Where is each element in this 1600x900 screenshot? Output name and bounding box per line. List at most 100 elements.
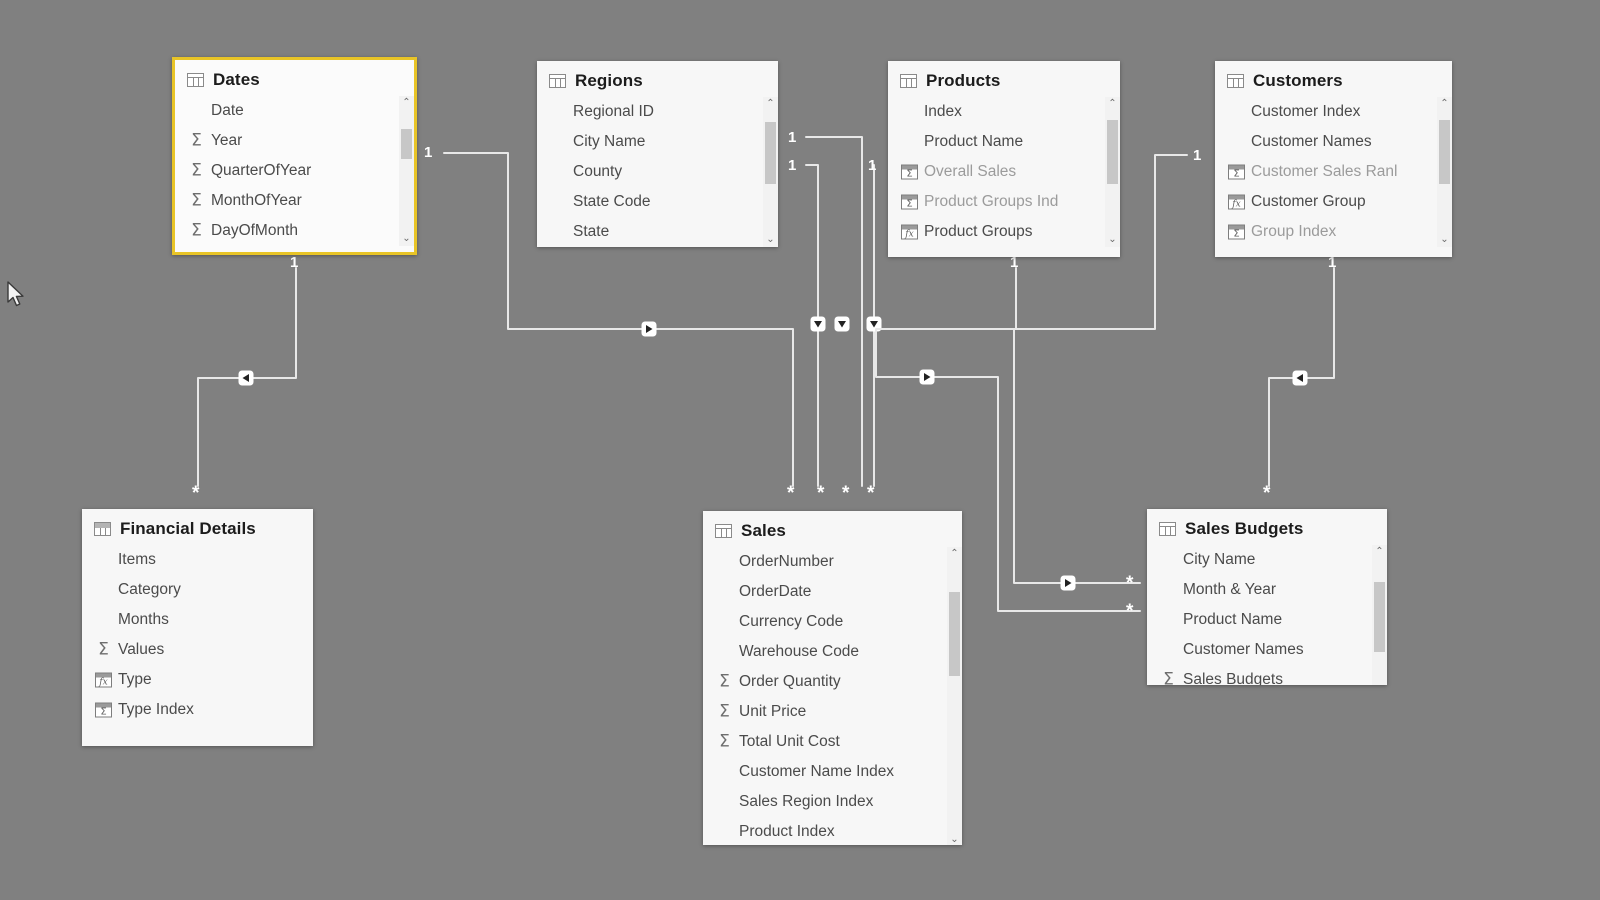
cross-filter-direction-marker[interactable] [1292,370,1308,386]
scroll-down-icon[interactable]: ⌄ [947,833,962,845]
table-field-row[interactable]: Σ Year [175,126,414,156]
table-field-row[interactable]: Index [888,97,1120,127]
scroll-up-icon[interactable]: ⌃ [1372,545,1387,559]
table-field-row[interactable]: Category [82,575,313,605]
model-view-canvas[interactable]: 1 * 1 * 1 * 1 * 1 * 1 * 1 * 1 * Dates Date Σ Year Σ QuarterO… [0,0,1600,900]
scroll-down-icon[interactable]: ⌄ [1437,233,1452,247]
table-field-row[interactable]: Σ QuarterOfYear [175,156,414,186]
table-field-row[interactable]: State Code [537,187,778,217]
scrollbar-track[interactable] [1374,560,1385,680]
table-header[interactable]: Customers [1215,61,1452,97]
scroll-down-icon[interactable]: ⌄ [399,232,414,246]
table-field-row[interactable]: OrderNumber [703,547,962,577]
scroll-down-icon[interactable]: ⌄ [1372,681,1387,685]
table-scrollbar[interactable]: ⌃⌄ [1105,97,1120,247]
scroll-up-icon[interactable]: ⌃ [399,96,414,110]
scrollbar-track[interactable] [949,562,960,832]
table-field-row[interactable]: Customer Names [1147,635,1387,665]
scrollbar-track[interactable] [765,112,776,232]
table-field-row[interactable]: Warehouse Code [703,637,962,667]
table-field-row[interactable]: Product Index [703,817,962,845]
table-field-row[interactable]: Σ Group Index [1215,217,1452,247]
cross-filter-direction-marker[interactable] [810,316,826,332]
table-card-customers[interactable]: Customers Customer Index Customer Names Σ Cu… [1215,61,1452,257]
relationship-line-customers-budgets[interactable] [1268,267,1335,487]
table-header[interactable]: Products [888,61,1120,97]
cross-filter-direction-marker[interactable] [1060,575,1076,591]
scroll-up-icon[interactable]: ⌃ [1105,97,1120,111]
table-scrollbar[interactable]: ⌃⌄ [1437,97,1452,247]
table-scrollbar[interactable]: ⌃⌄ [947,547,962,845]
table-scrollbar[interactable]: ⌃⌄ [763,97,778,247]
table-header[interactable]: Sales Budgets [1147,509,1387,545]
scroll-down-icon[interactable]: ⌄ [763,233,778,247]
table-field-row[interactable]: OrderDate [703,577,962,607]
table-field-row[interactable]: Regional ID [537,97,778,127]
scrollbar-thumb[interactable] [765,122,776,184]
scrollbar-thumb[interactable] [1374,582,1385,652]
table-scrollbar[interactable]: ⌃⌄ [1372,545,1387,685]
cross-filter-direction-marker[interactable] [866,316,882,332]
table-field-row[interactable]: fx Product Groups [888,217,1120,247]
cross-filter-direction-marker[interactable] [641,321,657,337]
table-header[interactable]: Dates [175,60,414,96]
scrollbar-thumb[interactable] [1439,120,1450,184]
scroll-up-icon[interactable]: ⌃ [763,97,778,111]
table-card-sales[interactable]: Sales OrderNumber OrderDate Currency Code Wa… [703,511,962,845]
table-card-dates[interactable]: Dates Date Σ Year Σ QuarterOfYear Σ MonthOfYear… [172,57,417,255]
cross-filter-direction-marker[interactable] [238,370,254,386]
table-field-row[interactable]: Σ Order Quantity [703,667,962,697]
table-field-row[interactable]: Date [175,96,414,126]
table-field-row[interactable]: Σ Customer Sales Ranl [1215,157,1452,187]
relationship-line-products-sales-b[interactable] [805,164,819,487]
table-header[interactable]: Regions [537,61,778,97]
table-field-row[interactable]: Month & Year [1147,575,1387,605]
table-card-financial-details[interactable]: Financial Details Items Category Months Σ Val… [82,509,313,746]
table-field-row[interactable]: Months [82,605,313,635]
table-field-row[interactable]: Currency Code [703,607,962,637]
table-field-row[interactable]: Σ Type Index [82,695,313,725]
table-field-row[interactable]: Customer Index [1215,97,1452,127]
relationship-line-products-sales-a[interactable] [805,136,863,487]
table-field-row[interactable]: Σ Sales Budgets [1147,665,1387,685]
table-field-row[interactable]: Product Name [888,127,1120,157]
table-scrollbar[interactable]: ⌃⌄ [399,96,414,246]
table-field-row[interactable]: Σ Values [82,635,313,665]
table-field-row[interactable]: State [537,217,778,247]
table-card-regions[interactable]: Regions Regional ID City Name County State C… [537,61,778,247]
table-field-row[interactable]: Σ MonthOfYear [175,186,414,216]
cross-filter-direction-marker[interactable] [834,316,850,332]
table-field-row[interactable]: Customer Names [1215,127,1452,157]
table-field-row[interactable]: Σ Unit Price [703,697,962,727]
table-field-row[interactable]: fx Type [82,665,313,695]
relationship-line-dates-financial[interactable] [197,267,297,487]
scrollbar-thumb[interactable] [401,129,412,159]
table-field-row[interactable]: Σ Overall Sales [888,157,1120,187]
table-field-row[interactable]: Sales Region Index [703,787,962,817]
table-field-row[interactable]: City Name [537,127,778,157]
table-field-row[interactable]: City Name [1147,545,1387,575]
scrollbar-thumb[interactable] [1107,120,1118,184]
table-field-label: City Name [573,133,646,150]
scroll-up-icon[interactable]: ⌃ [1437,97,1452,111]
table-field-row[interactable]: Σ DayOfMonth [175,216,414,246]
table-field-row[interactable]: fx Customer Group [1215,187,1452,217]
table-field-row[interactable]: Customer Name Index [703,757,962,787]
scrollbar-thumb[interactable] [949,592,960,676]
scrollbar-track[interactable] [1107,112,1118,232]
table-header[interactable]: Sales [703,511,962,547]
cross-filter-direction-marker[interactable] [919,369,935,385]
table-card-sales-budgets[interactable]: Sales Budgets City Name Month & Year Produc… [1147,509,1387,685]
table-field-row[interactable]: Σ Total Unit Cost [703,727,962,757]
scrollbar-track[interactable] [401,111,412,231]
table-field-row[interactable]: County [537,157,778,187]
cardinality-many-label: * [1263,483,1271,504]
table-field-row[interactable]: Product Name [1147,605,1387,635]
table-field-row[interactable]: Items [82,545,313,575]
scrollbar-track[interactable] [1439,112,1450,232]
table-header[interactable]: Financial Details [82,509,313,545]
table-field-row[interactable]: Σ Product Groups Ind [888,187,1120,217]
table-card-products[interactable]: Products Index Product Name Σ Overall Sales Σ… [888,61,1120,257]
scroll-down-icon[interactable]: ⌄ [1105,233,1120,247]
scroll-up-icon[interactable]: ⌃ [947,547,962,561]
